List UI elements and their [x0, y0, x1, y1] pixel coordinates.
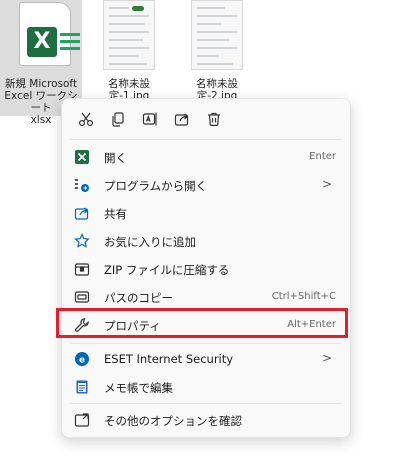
excel-badge: X: [27, 27, 57, 57]
menu-item-eset[interactable]: e ESET Internet Security >: [66, 345, 346, 373]
more-options-icon: [74, 413, 90, 427]
menu-item-label: 開く: [104, 151, 127, 165]
image-thumbnail-1: [103, 0, 155, 70]
menu-item-add-favorite[interactable]: お気に入りに追加: [66, 227, 346, 255]
menu-item-label: プログラムから開く: [104, 179, 208, 193]
share-icon: [174, 113, 189, 126]
menu-separator: [70, 403, 342, 404]
menu-item-open-with[interactable]: プログラムから開く >: [66, 171, 346, 199]
svg-text:e: e: [79, 356, 85, 366]
menu-item-label: 共有: [104, 207, 127, 221]
context-menu: 開く Enter プログラムから開く > 共有 お気に入りに追加 ZIP ファイ…: [61, 98, 351, 438]
share-button[interactable]: [170, 107, 194, 131]
excel-file-icon: X: [19, 2, 80, 66]
quick-action-bar: [62, 99, 350, 137]
copy-icon: [112, 112, 124, 127]
menu-separator: [70, 139, 342, 140]
copy-path-icon: [74, 291, 90, 303]
menu-item-copy-path[interactable]: パスのコピー Ctrl+Shift+C: [66, 283, 346, 311]
cut-icon: [78, 112, 94, 127]
chevron-right-icon: >: [321, 177, 332, 191]
notepad-icon: [76, 380, 88, 394]
delete-button[interactable]: [202, 107, 226, 131]
menu-item-label: ZIP ファイルに圧縮する: [104, 263, 230, 277]
menu-item-edit-notepad[interactable]: メモ帳で編集: [66, 373, 346, 401]
copy-button[interactable]: [106, 107, 130, 131]
menu-item-label: メモ帳で編集: [104, 381, 173, 395]
eset-icon: e: [75, 352, 89, 366]
menu-item-open[interactable]: 開く Enter: [66, 143, 346, 171]
menu-separator: [70, 343, 342, 344]
rename-icon: [142, 112, 157, 126]
excel-icon: [75, 150, 89, 164]
share-icon: [74, 207, 89, 220]
menu-item-shortcut: Enter: [309, 151, 336, 162]
image-thumbnail-2: [191, 0, 243, 70]
menu-item-more-options[interactable]: その他のオプションを確認: [66, 406, 346, 434]
open-with-icon: [75, 179, 89, 192]
star-icon: [74, 233, 90, 248]
menu-item-share[interactable]: 共有: [66, 199, 346, 227]
highlight-box: [56, 308, 348, 338]
delete-icon: [208, 112, 220, 127]
menu-item-label: その他のオプションを確認: [104, 414, 242, 428]
chevron-right-icon: >: [321, 351, 332, 365]
zip-icon: [74, 263, 90, 276]
menu-item-label: ESET Internet Security: [104, 352, 234, 366]
menu-item-label: お気に入りに追加: [104, 235, 196, 249]
cut-button[interactable]: [74, 107, 98, 131]
menu-item-compress-zip[interactable]: ZIP ファイルに圧縮する: [66, 255, 346, 283]
rename-button[interactable]: [138, 107, 162, 131]
menu-item-label: パスのコピー: [104, 291, 173, 305]
menu-item-shortcut: Ctrl+Shift+C: [271, 291, 336, 302]
